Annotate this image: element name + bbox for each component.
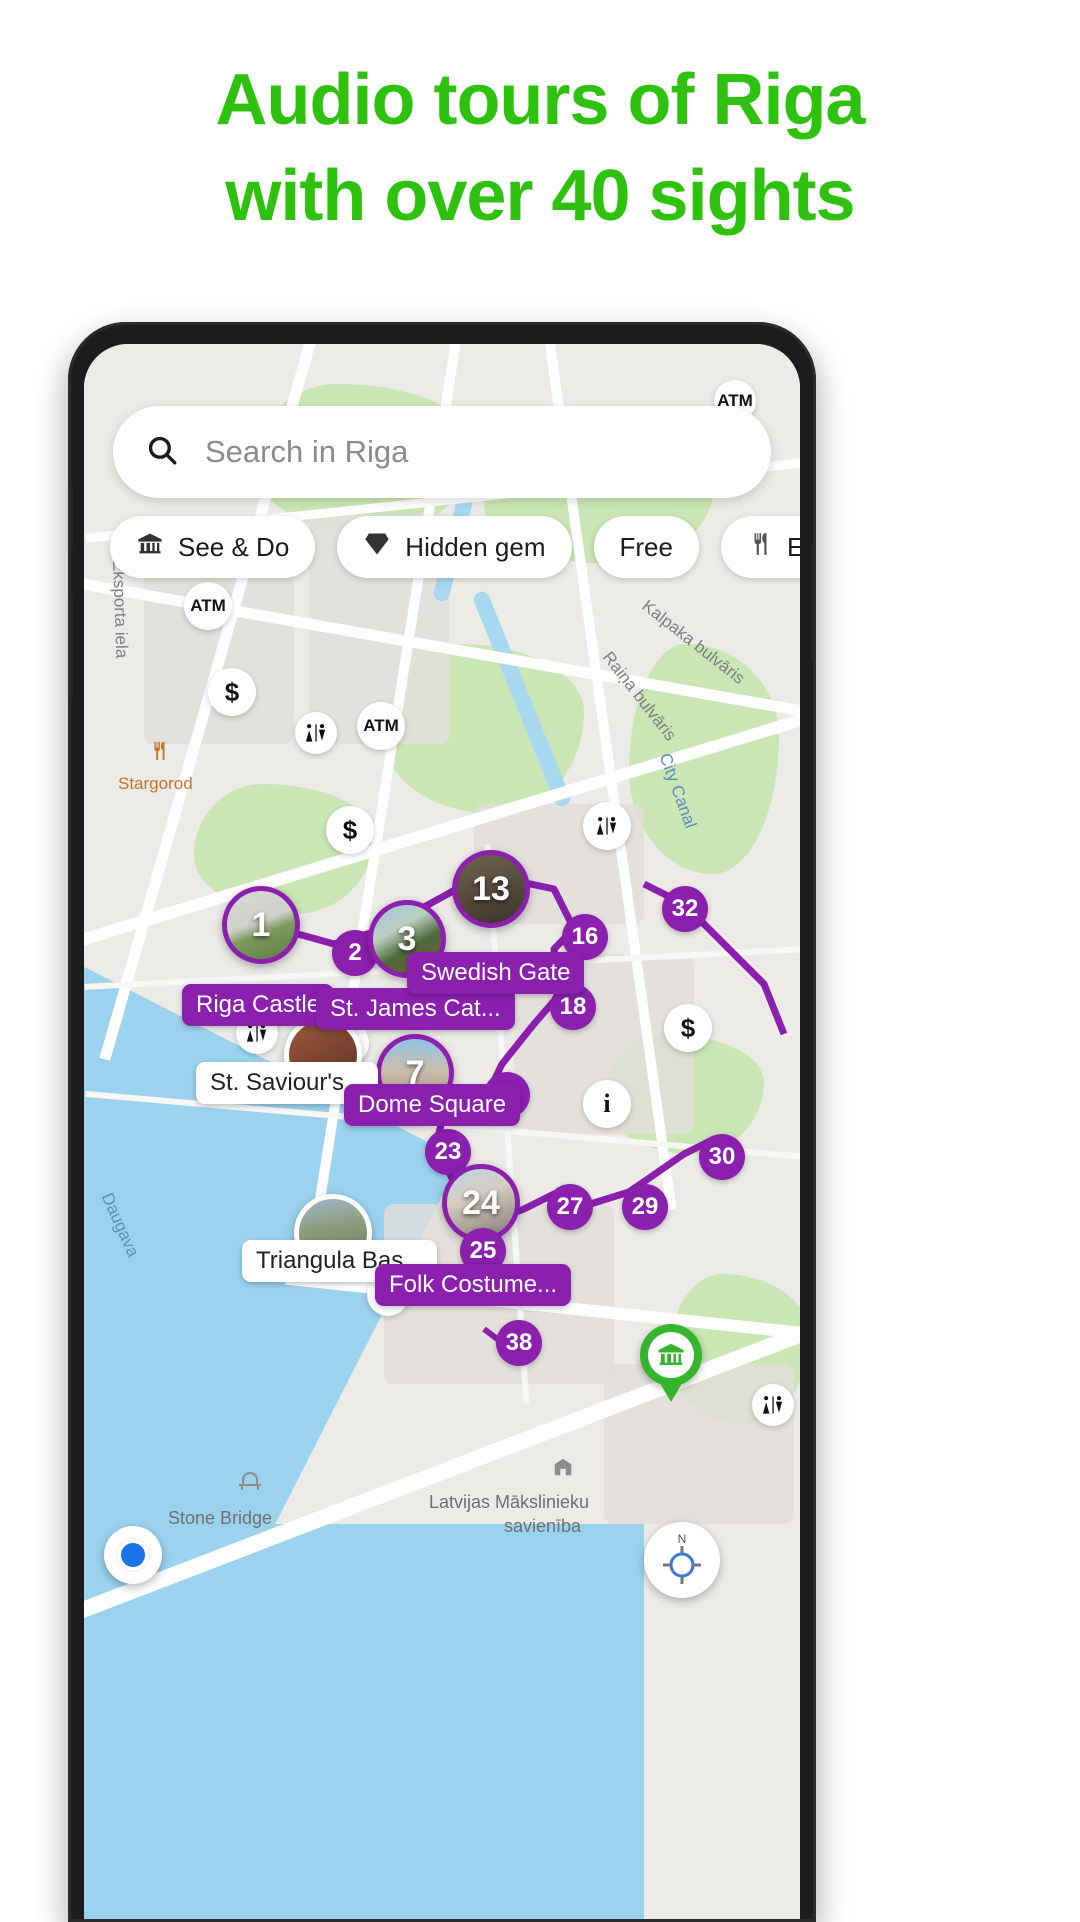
- headline-line-1: Audio tours of Riga: [215, 60, 866, 140]
- svg-text:N: N: [678, 1532, 687, 1546]
- museum-pin[interactable]: [640, 1324, 702, 1402]
- place-label: savienība: [504, 1516, 582, 1536]
- poi-marker-number: 18: [559, 993, 587, 1020]
- place-label: Latvijas Mākslinieku: [429, 1492, 590, 1512]
- museum-pin-tail: [658, 1380, 684, 1402]
- poi-marker-number: 29: [631, 1193, 659, 1220]
- phone-power-button[interactable]: [811, 544, 816, 662]
- phone-screen: Eksporta iela Kalpaka bulvāris Raiņa bulvā…: [84, 344, 800, 1922]
- poi-label[interactable]: Swedish Gate: [407, 952, 585, 994]
- place-label: Stone Bridge: [168, 1508, 273, 1528]
- filter-chip-label: See & Do: [178, 531, 290, 562]
- landmark-icon: [552, 1456, 574, 1483]
- atm-pin[interactable]: ATM: [357, 702, 405, 750]
- filter-chips-row[interactable]: See & DoHidden gemFreeEatSh: [110, 516, 800, 578]
- poi-marker-number: 30: [708, 1143, 736, 1170]
- money-pin[interactable]: $: [208, 668, 256, 716]
- current-location-dot[interactable]: [104, 1526, 162, 1584]
- phone-volume-up-button[interactable]: [68, 482, 73, 554]
- atm-pin-label: ATM: [363, 716, 399, 735]
- poi-marker-number: 27: [556, 1193, 584, 1220]
- bridge-icon: [238, 1472, 262, 1495]
- page-title: Audio tours of Riga with over 40 sights: [0, 52, 1080, 244]
- poi-marker-29[interactable]: 29: [622, 1184, 668, 1230]
- compass-icon: N: [663, 1532, 701, 1584]
- poi-marker-30[interactable]: 30: [699, 1134, 745, 1180]
- phone-mockup: Eksporta iela Kalpaka bulvāris Raiņa bulvā…: [68, 322, 816, 1922]
- filter-chip-see-do[interactable]: See & Do: [110, 516, 316, 578]
- info-pin[interactable]: i: [583, 1080, 631, 1128]
- map-canvas[interactable]: Eksporta iela Kalpaka bulvāris Raiņa bulvā…: [84, 344, 800, 1922]
- money-pin-label: $: [680, 1012, 696, 1043]
- filter-chip-hidden-gem[interactable]: Hidden gem: [337, 516, 572, 578]
- atm-pin-label: ATM: [190, 596, 226, 615]
- restaurant-icon: [148, 740, 170, 767]
- poi-marker-13[interactable]: 13: [452, 850, 530, 928]
- poi-marker-number: 16: [571, 923, 599, 950]
- poi-label[interactable]: Folk Costume...: [375, 1264, 572, 1306]
- poi-marker-number: 2: [348, 939, 362, 966]
- filter-chip-label: Free: [619, 531, 673, 562]
- info-pin-label: i: [603, 1089, 611, 1118]
- phone-volume-down-button[interactable]: [68, 592, 73, 702]
- filter-chip-free[interactable]: Free: [593, 516, 699, 578]
- poi-label[interactable]: Riga Castle: [182, 984, 335, 1026]
- filter-chip-label: Eat: [786, 531, 800, 562]
- poi-marker-number: 13: [472, 869, 510, 908]
- restroom-pin[interactable]: [752, 1384, 794, 1426]
- poi-marker-27[interactable]: 27: [547, 1184, 593, 1230]
- poi-marker-32[interactable]: 32: [662, 886, 708, 932]
- poi-marker-1[interactable]: 1: [222, 886, 300, 964]
- poi-label[interactable]: Dome Square: [344, 1084, 521, 1126]
- poi-label[interactable]: St. James Cat...: [316, 988, 515, 1030]
- poi-marker-number: 32: [671, 895, 699, 922]
- location-core: [117, 1539, 149, 1571]
- money-pin-label: $: [342, 814, 358, 845]
- search-input[interactable]: Search in Riga: [205, 434, 408, 470]
- poi-marker-number: 24: [462, 1183, 500, 1222]
- museum-icon: [136, 530, 164, 565]
- poi-marker-number: 1: [251, 905, 271, 944]
- place-label: Stargorod: [118, 774, 193, 793]
- museum-icon: [648, 1332, 694, 1378]
- restroom-pin[interactable]: [583, 802, 631, 850]
- filter-chip-eat[interactable]: Eat: [720, 516, 800, 578]
- restroom-pin[interactable]: [295, 712, 337, 754]
- money-pin[interactable]: $: [326, 806, 374, 854]
- diamond-icon: [363, 530, 391, 565]
- money-pin[interactable]: $: [664, 1004, 712, 1052]
- poi-marker-number: 38: [505, 1329, 533, 1356]
- poi-marker-number: 25: [469, 1237, 497, 1264]
- compass-control[interactable]: N: [644, 1522, 720, 1598]
- filter-chip-label: Hidden gem: [405, 531, 546, 562]
- search-bar[interactable]: Search in Riga: [113, 406, 771, 498]
- museum-pin-head: [640, 1324, 702, 1386]
- poi-marker-number: 23: [434, 1138, 462, 1165]
- money-pin-label: $: [224, 676, 240, 707]
- restaurant-icon: [747, 531, 773, 564]
- poi-marker-38[interactable]: 38: [496, 1320, 542, 1366]
- atm-pin[interactable]: ATM: [184, 582, 232, 630]
- search-icon: [145, 433, 179, 472]
- headline-line-2: with over 40 sights: [225, 156, 855, 236]
